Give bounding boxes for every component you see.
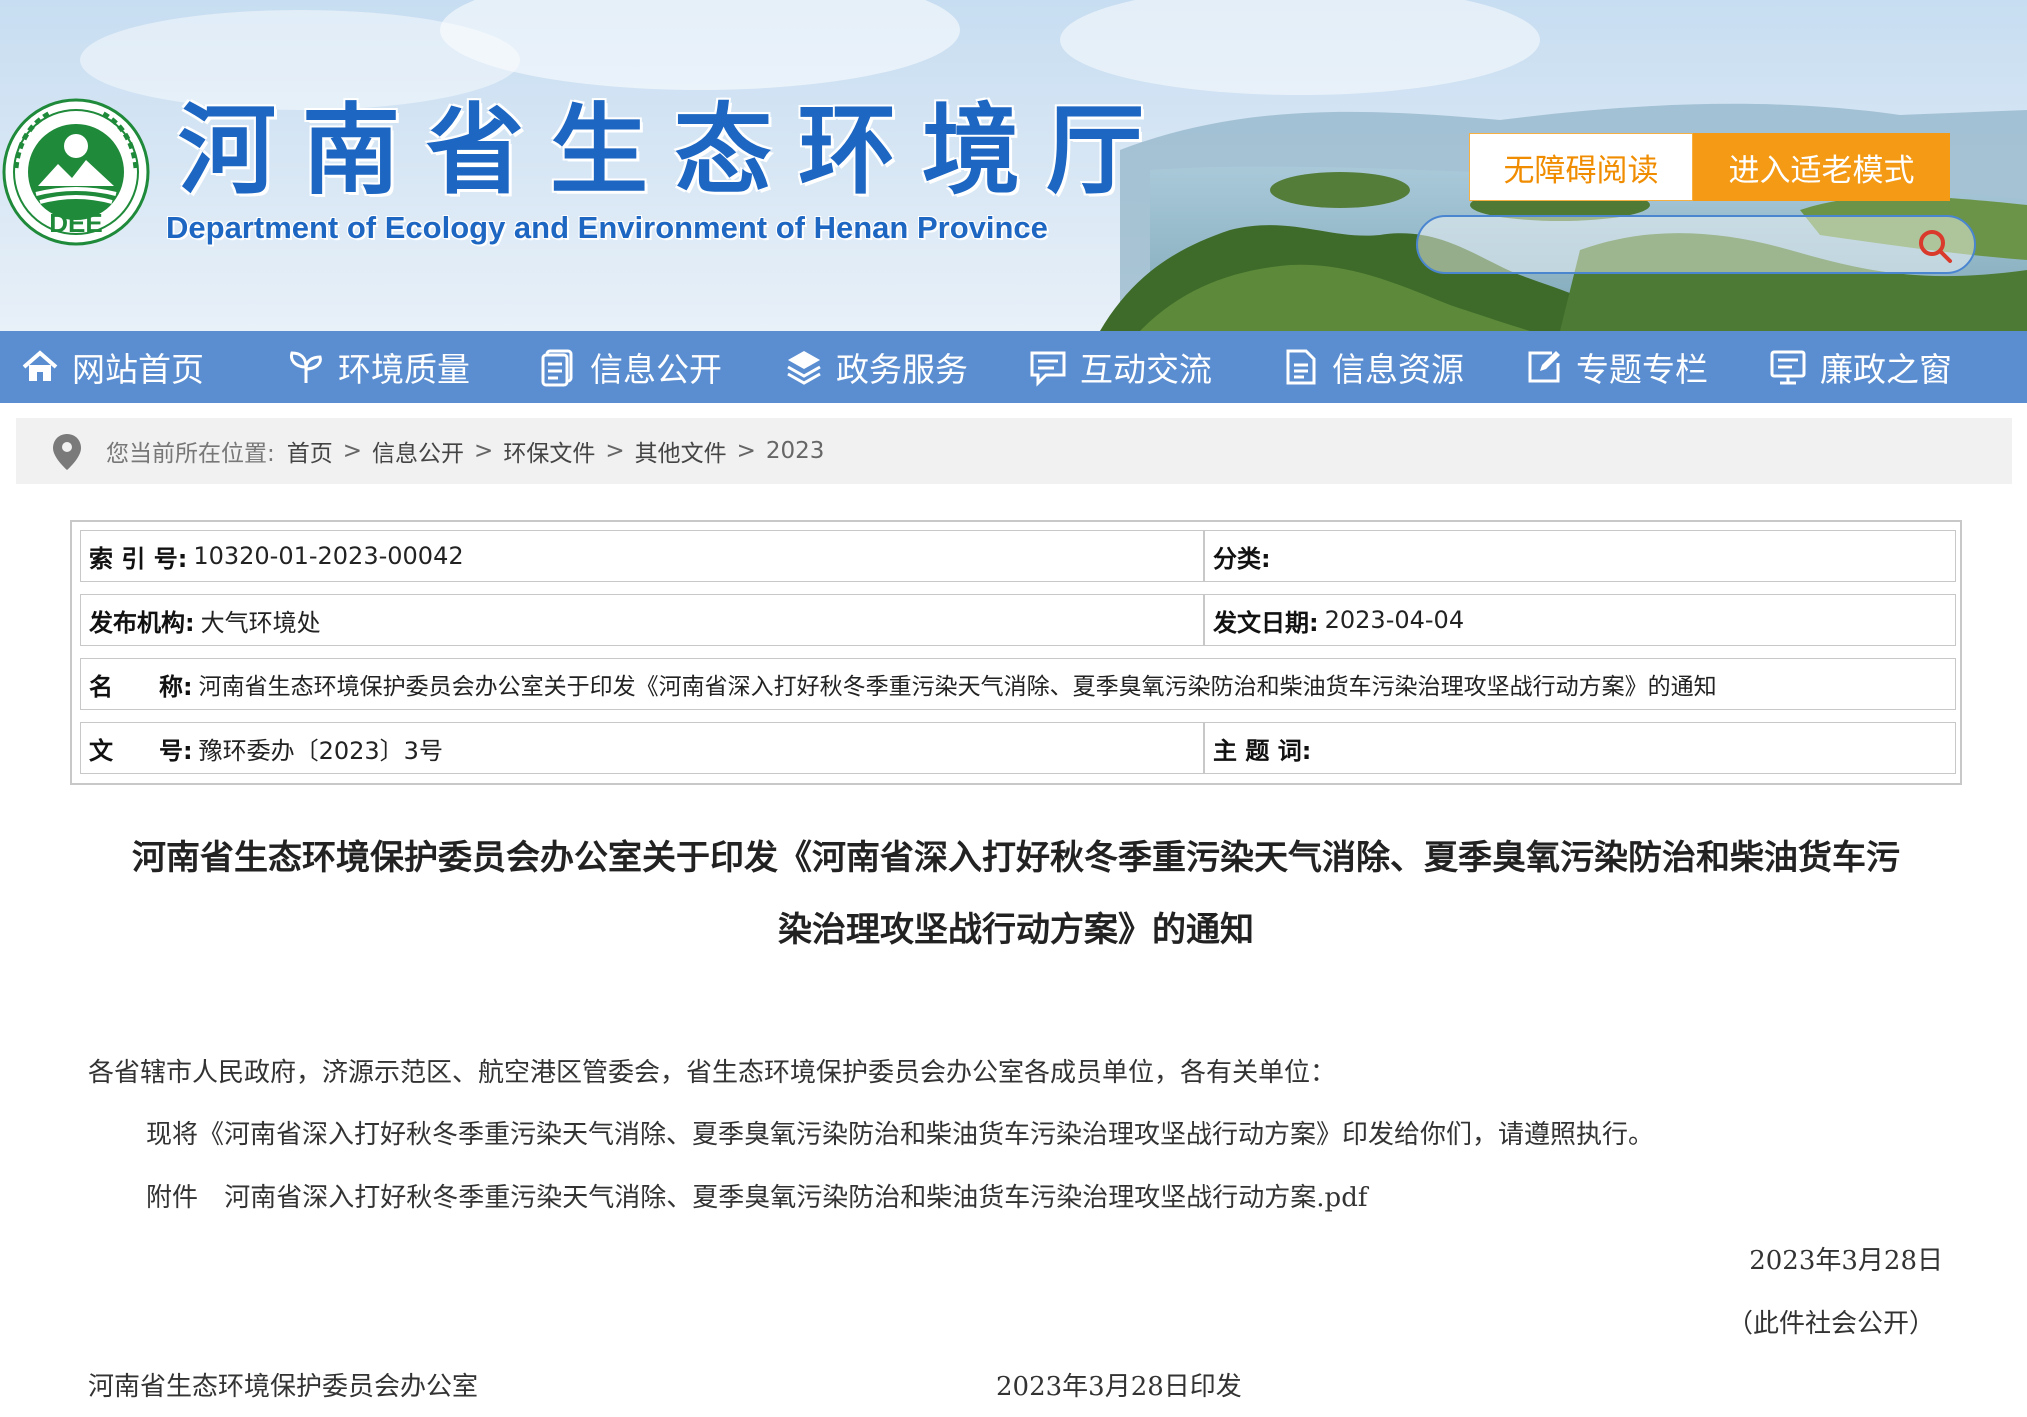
accessible-reading-button[interactable]: 无障碍阅读 [1469,133,1693,201]
home-icon [22,350,58,381]
nav-label: 信息公开 [590,350,722,389]
nav-item-integrity-window[interactable]: 廉政之窗 [1768,331,1952,403]
sign-date: 2023年3月28日 [1749,1246,1943,1276]
body-paragraph: 现将《河南省深入打好秋冬季重污染天气消除、夏季臭氧污染防治和柴油货车污染治理攻坚… [146,1120,1655,1150]
nav-label: 互动交流 [1080,350,1212,389]
meta-cell-index: 索 引 号: 10320-01-2023-00042 [80,530,1204,582]
nav-label: 廉政之窗 [1820,350,1952,389]
file-icon [1286,349,1316,385]
breadcrumb-current: 2023 [765,438,825,464]
nav-item-info-resources[interactable]: 信息资源 [1280,331,1464,403]
breadcrumb-info-disclosure[interactable]: 信息公开 [372,434,464,468]
name-label-second: 称: [159,672,193,701]
logo-text: DEE [49,208,102,238]
site-header: DEE 河南省生态环境厅 Department of Ecology and E… [0,0,2027,331]
breadcrumb-separator: > [342,438,363,464]
breadcrumb: 您当前所在位置: 首页 > 信息公开 > 环保文件 > 其他文件 > 2023 [16,418,2012,484]
public-note: （此件社会公开） [1726,1309,1935,1339]
salutation: 各省辖市人民政府，济源示范区、航空港区管委会，省生态环境保护委员会办公室各成员单… [88,1058,1337,1088]
subject-label: 主 题 词: [1213,736,1312,765]
meta-cell-subject: 主 题 词: [1204,722,1956,774]
docno-label-first: 文 [89,736,113,765]
elder-mode-button[interactable]: 进入适老模式 [1693,133,1950,201]
meta-cell-docno: 文 号: 豫环委办〔2023〕3号 [80,722,1204,774]
nav-item-government-services[interactable]: 政务服务 [784,331,968,403]
nav-item-environment-quality[interactable]: 环境质量 [286,331,470,403]
document-meta-table: 索 引 号: 10320-01-2023-00042 分类: 发布机构: 大气环… [70,520,1962,785]
breadcrumb-lead: 您当前所在位置: [106,441,275,467]
meta-cell-date: 发文日期: 2023-04-04 [1204,594,1956,646]
article-title-line-2: 染治理攻坚战行动方案》的通知 [778,910,1254,950]
meta-cell-name: 名 称: 河南省生态环境保护委员会办公室关于印发《河南省深入打好秋冬季重污染天气… [80,658,1956,710]
attachment-label: 附件 [146,1183,199,1213]
breadcrumb-home[interactable]: 首页 [287,434,333,468]
layers-icon [787,351,821,385]
breadcrumb-trail: 您当前所在位置: 首页 > 信息公开 > 环保文件 > 其他文件 > 2023 [106,418,824,484]
attachment-link[interactable]: 河南省深入打好秋冬季重污染天气消除、夏季臭氧污染防治和柴油货车污染治理攻坚战行动… [224,1183,1367,1213]
publisher-value: 大气环境处 [200,608,321,637]
nav-item-info-disclosure[interactable]: 信息公开 [538,331,722,403]
monitor-icon [1770,350,1806,385]
sprout-icon [290,351,322,383]
breadcrumb-other-files[interactable]: 其他文件 [635,434,727,468]
category-label: 分类: [1213,544,1271,573]
footer-print-date: 2023年3月28日印发 [996,1372,1242,1402]
docno-value: 豫环委办〔2023〕3号 [198,736,443,765]
meta-cell-publisher: 发布机构: 大气环境处 [80,594,1204,646]
location-pin-icon [53,434,81,470]
search-icon[interactable] [1916,227,1954,265]
dee-logo: DEE [2,98,150,246]
breadcrumb-separator: > [736,438,756,464]
attachment-line: 附件 河南省深入打好秋冬季重污染天气消除、夏季臭氧污染防治和柴油货车污染治理攻坚… [146,1177,1367,1214]
breadcrumb-separator: > [474,438,494,464]
publisher-label: 发布机构: [89,608,195,637]
main-nav: 网站首页 环境质量 信息公开 政务服务 互动交流 信息资源 专题专栏 廉政之窗 [0,331,2027,403]
search-input[interactable] [1438,225,1898,265]
nav-item-home[interactable]: 网站首页 [20,331,204,403]
nav-item-special-topics[interactable]: 专题专栏 [1524,331,1708,403]
search-box [1416,215,1976,274]
index-label: 索 引 号: [89,544,188,573]
nav-item-interaction[interactable]: 互动交流 [1028,331,1212,403]
docno-label-second: 号: [159,736,193,765]
nav-label: 环境质量 [338,350,470,389]
site-subtitle: Department of Ecology and Environment of… [166,210,1048,245]
breadcrumb-env-files[interactable]: 环保文件 [503,434,595,468]
edit-icon [1528,351,1560,383]
chat-icon [1030,351,1066,387]
name-label-first: 名 [89,672,113,701]
date-label: 发文日期: [1213,608,1319,637]
nav-label: 信息资源 [1332,350,1464,389]
index-value: 10320-01-2023-00042 [193,542,464,570]
nav-label: 政务服务 [836,350,968,389]
nav-label: 网站首页 [72,350,204,389]
document-stack-icon [541,349,573,387]
article-title: 河南省生态环境保护委员会办公室关于印发《河南省深入打好秋冬季重污染天气消除、夏季… [70,822,1962,966]
site-title: 河南省生态环境厅 [178,94,1171,208]
meta-cell-category: 分类: [1204,530,1956,582]
nav-label: 专题专栏 [1576,350,1708,389]
breadcrumb-separator: > [605,438,625,464]
name-value: 河南省生态环境保护委员会办公室关于印发《河南省深入打好秋冬季重污染天气消除、夏季… [198,674,1717,700]
date-value: 2023-04-04 [1324,606,1465,634]
article-title-line-1: 河南省生态环境保护委员会办公室关于印发《河南省深入打好秋冬季重污染天气消除、夏季… [132,838,1900,878]
footer-org: 河南省生态环境保护委员会办公室 [88,1372,479,1402]
